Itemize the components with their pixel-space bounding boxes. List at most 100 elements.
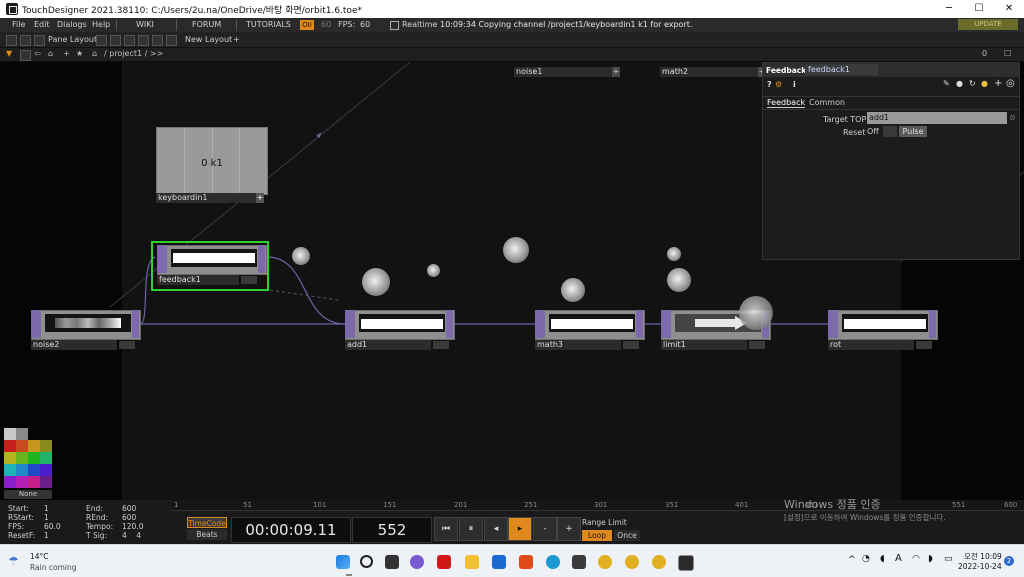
network-icon[interactable]: ◔ <box>862 554 870 564</box>
wiki-link[interactable]: WIKI <box>136 20 154 29</box>
info-icon[interactable]: i <box>793 80 796 89</box>
volume-icon[interactable]: ◗ <box>928 554 933 564</box>
edge-icon[interactable] <box>546 555 560 569</box>
layout-slot-3[interactable] <box>124 35 135 46</box>
node-flags[interactable] <box>623 341 639 349</box>
back-icon[interactable]: ⇦ <box>34 49 41 58</box>
swatch[interactable] <box>28 464 40 476</box>
swatch[interactable] <box>4 452 16 464</box>
swatch[interactable] <box>16 428 28 440</box>
swatch[interactable] <box>16 464 28 476</box>
view-toggle-icon[interactable] <box>20 50 31 61</box>
mail-icon[interactable] <box>492 555 506 569</box>
forum-link[interactable]: FORUM <box>192 20 221 29</box>
menu-edit[interactable]: Edit <box>34 20 50 29</box>
rstart-value[interactable]: 1 <box>44 513 49 522</box>
reset-toggle[interactable] <box>883 126 897 137</box>
update-button[interactable]: UPDATE <box>958 19 1018 30</box>
swatch[interactable] <box>28 452 40 464</box>
notification-badge[interactable]: 2 <box>1004 556 1014 566</box>
add-param-icon[interactable]: + <box>994 78 1002 89</box>
network-path[interactable]: / project1 / >> <box>104 49 163 58</box>
step-back-button[interactable]: ◂ <box>484 517 508 541</box>
store-icon[interactable] <box>572 555 586 569</box>
python-help-icon[interactable]: ● <box>981 79 988 88</box>
parent-icon[interactable]: ⌂ <box>92 49 97 58</box>
chrome-icon[interactable] <box>625 555 639 569</box>
office-icon[interactable] <box>519 555 533 569</box>
node-add-button[interactable]: + <box>256 193 264 203</box>
pane-menu-icon[interactable]: ▼ <box>6 49 12 58</box>
swatch[interactable] <box>4 440 16 452</box>
bookmark-icon[interactable]: ★ <box>76 49 83 58</box>
node-flags[interactable] <box>241 276 257 284</box>
file-explorer-icon[interactable] <box>465 555 479 569</box>
task-view-icon[interactable] <box>385 555 399 569</box>
weather-icon[interactable]: ☂ <box>8 554 19 568</box>
node-flags[interactable] <box>433 341 449 349</box>
battery-icon[interactable]: ▭ <box>944 554 953 564</box>
speaker-icon[interactable]: ◖ <box>880 554 885 564</box>
teams-icon[interactable] <box>410 555 424 569</box>
fps-value[interactable]: 60.0 <box>44 522 61 531</box>
step-plus-button[interactable]: + <box>557 517 581 541</box>
tray-chevron-icon[interactable]: ^ <box>848 555 856 565</box>
time-display[interactable]: 00:00:09.11 <box>231 517 351 543</box>
swatch[interactable] <box>40 440 52 452</box>
clock-date[interactable]: 2022-10-24 <box>958 562 1002 571</box>
rend-value[interactable]: 600 <box>122 513 136 522</box>
weather-temp[interactable]: 14°C <box>30 552 49 561</box>
play-button[interactable]: ▸ <box>508 517 532 541</box>
start-icon[interactable] <box>336 555 350 569</box>
loop-toggle[interactable]: Loop <box>582 530 612 541</box>
target-top-field[interactable]: add1 <box>867 112 1007 124</box>
chrome-icon[interactable] <box>652 555 666 569</box>
menu-dialogs[interactable]: Dialogs <box>57 20 87 29</box>
node-flags[interactable] <box>749 341 765 349</box>
timecode-toggle[interactable]: TimeCode <box>187 517 227 528</box>
rewind-button[interactable]: ⏮ <box>434 517 458 541</box>
add-icon[interactable]: + <box>63 49 70 58</box>
layout-slot-4[interactable] <box>138 35 149 46</box>
step-minus-button[interactable]: - <box>533 517 557 541</box>
swatch[interactable] <box>16 476 28 488</box>
settings-icon[interactable]: ◎ <box>1006 78 1015 89</box>
edit-icon[interactable]: ✎ <box>943 79 950 88</box>
swatch[interactable] <box>28 476 40 488</box>
layout-slot-1[interactable] <box>96 35 107 46</box>
swatch[interactable] <box>28 440 40 452</box>
layout-slot-6[interactable] <box>166 35 177 46</box>
swatch[interactable] <box>4 428 16 440</box>
pane-option-b[interactable]: ☐ <box>1004 49 1011 58</box>
start-value[interactable]: 1 <box>44 504 49 513</box>
maximize-button[interactable]: ☐ <box>964 0 994 18</box>
frame-display[interactable]: 552 <box>352 517 432 543</box>
timeline-ruler[interactable]: 1 51 101 151 201 251 301 351 401 451 551… <box>172 500 1024 511</box>
menu-file[interactable]: File <box>12 20 25 29</box>
reset-toggle-off[interactable]: Off <box>867 126 881 137</box>
new-layout-button[interactable]: New Layout <box>185 35 232 44</box>
swatch[interactable] <box>40 476 52 488</box>
chrome-icon[interactable] <box>598 555 612 569</box>
swatch[interactable] <box>16 452 28 464</box>
minimize-button[interactable]: ─ <box>934 0 964 18</box>
layout-slot-2[interactable] <box>110 35 121 46</box>
wifi-icon[interactable]: ◠ <box>912 554 920 564</box>
end-value[interactable]: 600 <box>122 504 136 513</box>
layout-icon[interactable] <box>34 35 45 46</box>
swatch[interactable] <box>16 440 28 452</box>
pane-option-a[interactable]: 0 <box>982 49 987 58</box>
menu-help[interactable]: Help <box>92 20 110 29</box>
layout-slot-5[interactable] <box>152 35 163 46</box>
node-flags[interactable] <box>119 341 135 349</box>
swatch[interactable] <box>4 476 16 488</box>
python-icon[interactable]: ⚙ <box>775 80 782 89</box>
tab-common[interactable]: Common <box>809 98 845 107</box>
pane-layout-label[interactable]: Pane Layout <box>48 35 97 44</box>
performance-badge[interactable]: OII <box>300 20 314 30</box>
add-layout-button[interactable]: + <box>233 35 240 44</box>
help-icon[interactable]: ? <box>767 80 772 89</box>
op-name-field[interactable]: feedback1 <box>805 64 878 75</box>
tutorials-link[interactable]: TUTORIALS <box>246 20 291 29</box>
clock-time[interactable]: 오전 10:09 <box>964 551 1002 562</box>
